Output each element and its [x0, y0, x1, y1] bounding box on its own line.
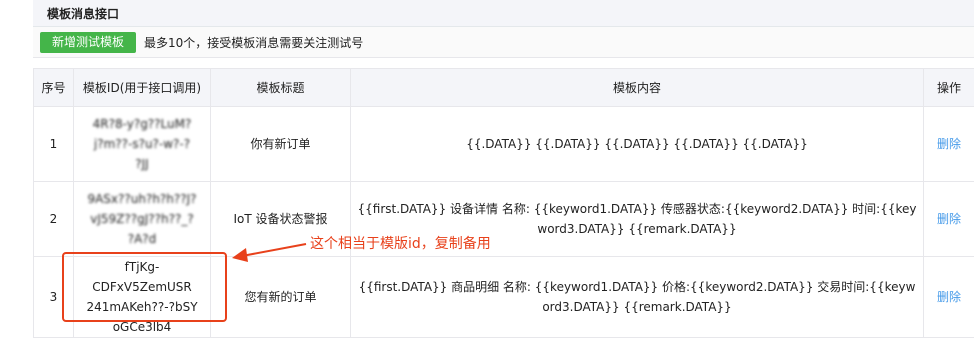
- table-row: 2 9ASx??uh?h?h??J? vJ59Z??gJ??h??_? ?A?d…: [34, 182, 974, 257]
- row-index: 1: [34, 107, 74, 182]
- toolbar: 新增测试模板 最多10个，接受模板消息需要关注测试号: [33, 27, 974, 58]
- delete-link[interactable]: 删除: [937, 290, 961, 304]
- template-id-highlight-box: [62, 252, 227, 322]
- template-id-line: vJ59Z??gJ??h??_?: [78, 209, 206, 229]
- template-id-line: 4R?8-y?g??LuM?: [78, 114, 206, 134]
- table-header-row: 序号 模板ID(用于接口调用) 模板标题 模板内容 操作: [34, 69, 974, 107]
- add-test-template-button[interactable]: 新增测试模板: [40, 32, 136, 53]
- row-index: 2: [34, 182, 74, 257]
- col-header-title: 模板标题: [211, 69, 351, 107]
- annotation-text: 这个相当于模版id，复制备用: [310, 233, 491, 253]
- col-header-template-id: 模板ID(用于接口调用): [74, 69, 211, 107]
- template-id-line: ?JJ: [78, 154, 206, 174]
- section-title: 模板消息接口: [33, 0, 974, 27]
- template-id-line: 9ASx??uh?h?h??J?: [78, 189, 206, 209]
- template-id-cell[interactable]: 4R?8-y?g??LuM? j?m??-s?u?-w?-? ?JJ: [74, 107, 211, 182]
- template-id-cell[interactable]: 9ASx??uh?h?h??J? vJ59Z??gJ??h??_? ?A?d: [74, 182, 211, 257]
- template-content: {{.DATA}} {{.DATA}} {{.DATA}} {{.DATA}} …: [351, 107, 924, 182]
- delete-link[interactable]: 删除: [937, 212, 961, 226]
- template-title: 您有新的订单: [211, 257, 351, 338]
- arrow-icon: [228, 234, 308, 264]
- limit-tip: 最多10个，接受模板消息需要关注测试号: [144, 34, 363, 51]
- col-header-index: 序号: [34, 69, 74, 107]
- template-id-line: j?m??-s?u?-w?-?: [78, 134, 206, 154]
- template-content: {{first.DATA}} 商品明细 名称: {{keyword1.DATA}…: [351, 257, 924, 338]
- template-id-line: ?A?d: [78, 229, 206, 249]
- template-title: 你有新订单: [211, 107, 351, 182]
- col-header-content: 模板内容: [351, 69, 924, 107]
- delete-link[interactable]: 删除: [937, 137, 961, 151]
- table-row: 1 4R?8-y?g??LuM? j?m??-s?u?-w?-? ?JJ 你有新…: [34, 107, 974, 182]
- col-header-action: 操作: [924, 69, 974, 107]
